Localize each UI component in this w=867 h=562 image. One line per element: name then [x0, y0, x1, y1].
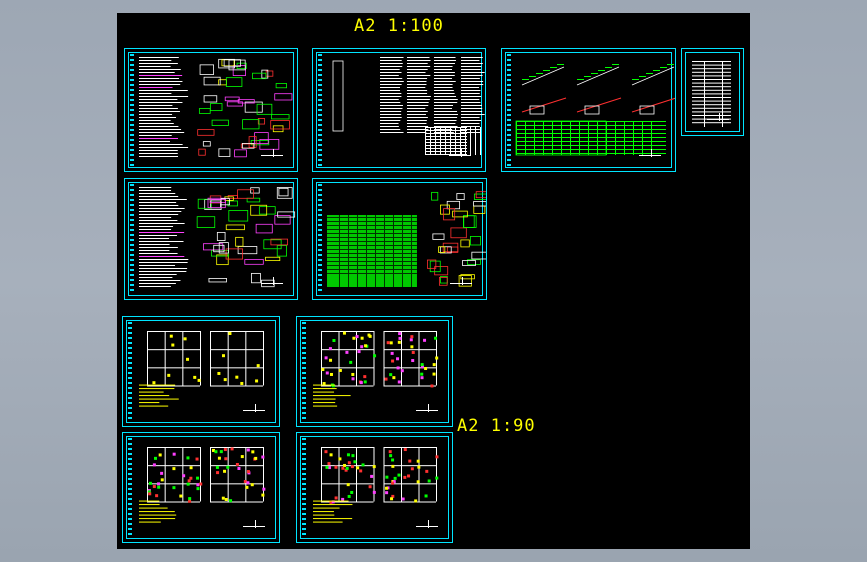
- drawing-sheet-10[interactable]: [296, 432, 453, 543]
- scale-label-a2-1-100: A2 1:100: [354, 16, 444, 36]
- drawing-sheet-4[interactable]: [681, 48, 744, 136]
- scale-label-a2-1-90: A2 1:90: [457, 416, 536, 436]
- drawing-sheet-7[interactable]: [122, 316, 280, 427]
- drawing-sheet-5[interactable]: [124, 178, 298, 300]
- drawing-sheet-1[interactable]: [124, 48, 298, 172]
- cad-canvas[interactable]: A2 1:100 A2 1:90: [117, 13, 750, 549]
- drawing-sheet-3[interactable]: [501, 48, 676, 172]
- drawing-sheet-9[interactable]: [122, 432, 280, 543]
- drawing-sheet-8[interactable]: [296, 316, 453, 427]
- drawing-sheet-2[interactable]: [312, 48, 486, 172]
- drawing-sheet-6[interactable]: [312, 178, 487, 300]
